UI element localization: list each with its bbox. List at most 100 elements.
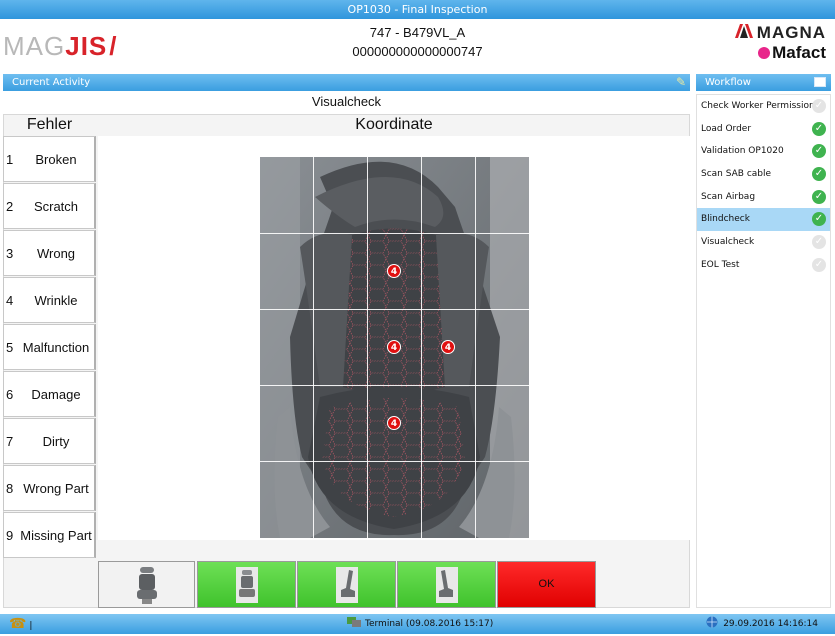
error-button[interactable]: 6 Damage: [3, 371, 96, 417]
defect-marker[interactable]: 4: [441, 340, 455, 354]
error-button[interactable]: 7 Dirty: [3, 418, 96, 464]
list-icon[interactable]: [814, 77, 826, 87]
seat-photo-grid[interactable]: 4 4 4 4: [260, 157, 529, 538]
error-label: Wrong Part: [23, 481, 89, 496]
error-button[interactable]: 2 Scratch: [3, 183, 96, 229]
fehler-heading: Fehler: [26, 116, 73, 133]
mafact-logo-text: Mafact: [772, 43, 826, 62]
workflow-bar: Workflow: [696, 74, 831, 91]
grid-line: [260, 385, 529, 386]
workflow-item[interactable]: Visualcheck ✓: [697, 231, 830, 254]
grid-line: [475, 157, 476, 538]
error-button[interactable]: 9 Missing Part: [3, 512, 96, 558]
grid-line: [313, 157, 314, 538]
error-number: 8: [6, 481, 14, 496]
mafact-dot-icon: [758, 47, 771, 59]
grid-line: [260, 309, 529, 310]
magna-logo-text: MAGNA: [756, 23, 826, 42]
check-pending-icon: ✓: [812, 99, 826, 113]
error-button[interactable]: 4 Wrinkle: [3, 277, 96, 323]
error-button[interactable]: 1Broken Seam: [3, 136, 96, 213]
current-activity-bar: Current Activity ✎: [3, 74, 690, 91]
check-done-icon: ✓: [812, 167, 826, 182]
globe-icon: [706, 616, 718, 628]
datetime-text: 29.09.2016 14:16:14: [723, 619, 818, 629]
check-done-icon: ✓: [812, 212, 826, 227]
error-label: Malfunction: [22, 340, 90, 355]
check-pending-icon: ✓: [812, 257, 826, 272]
workflow-item[interactable]: Validation OP1020 ✓: [697, 140, 830, 163]
workflow-item-label: EOL Test: [701, 259, 740, 270]
defect-marker[interactable]: 4: [387, 340, 401, 354]
workflow-item-label: Blindcheck: [701, 214, 750, 225]
error-label: Missing Part: [20, 528, 92, 543]
check-done-icon: ✓: [812, 121, 826, 136]
seat-front-view-button[interactable]: [98, 561, 195, 608]
terminal-status: Terminal (09.08.2016 15:17): [347, 614, 493, 634]
seat-side-left-icon: [335, 567, 358, 603]
grid-line: [260, 233, 529, 234]
current-activity-label: Current Activity: [12, 77, 91, 88]
error-label: Scratch: [33, 199, 79, 214]
error-label: Damage: [31, 387, 81, 402]
error-number: 1: [6, 152, 14, 167]
pencil-icon[interactable]: ✎: [676, 74, 686, 91]
terminal-icon: [347, 617, 361, 627]
seat-front-view-alt-button[interactable]: [197, 561, 296, 608]
workflow-item-active[interactable]: Blindcheck ✓: [697, 208, 830, 232]
workflow-item-label: Load Order: [701, 123, 752, 134]
defect-marker[interactable]: 4: [387, 264, 401, 278]
terminal-text: Terminal (09.08.2016 15:17): [365, 619, 494, 629]
error-number: 5: [6, 340, 14, 355]
error-number: 9: [6, 528, 14, 543]
error-button[interactable]: 5 Malfunction: [3, 324, 96, 370]
activity-name: Visualcheck: [311, 94, 382, 109]
workflow-item[interactable]: Scan Airbag ✓: [697, 186, 830, 209]
workflow-item[interactable]: Load Order ✓: [697, 118, 830, 141]
workflow-item-label: Scan Airbag: [701, 191, 756, 202]
workflow-item[interactable]: EOL Test ✓: [697, 254, 830, 277]
workflow-item-label: Visualcheck: [701, 237, 755, 248]
workflow-item[interactable]: Check Worker Permission ✓: [697, 95, 830, 118]
header: MAGJIS/ 747 - B479VL_A 00000000000000074…: [0, 19, 835, 71]
status-left-text: |: [29, 621, 33, 631]
workflow-item-label: Scan SAB cable: [701, 169, 772, 180]
seat-side-right-view-button[interactable]: [397, 561, 496, 608]
error-button[interactable]: 8 Wrong Part: [3, 465, 96, 511]
error-label: Wrong: [36, 246, 76, 261]
check-done-icon: ✓: [812, 144, 826, 159]
error-list: 1Broken Seam 2Scratch 3Wrong 4Wrinkle 5M…: [3, 136, 96, 559]
error-number: 2: [6, 199, 14, 214]
order-id: 747 - B479VL_A: [369, 25, 466, 40]
error-number: 4: [6, 293, 14, 308]
status-bar: ☎ | Terminal (09.08.2016 15:17) 29.09.20…: [0, 614, 835, 634]
status-left: ☎ |: [9, 614, 32, 636]
error-button[interactable]: 3 Wrong: [3, 230, 96, 276]
workflow-item-label: Check Worker Permission: [701, 101, 815, 111]
phone-icon[interactable]: ☎: [9, 616, 26, 632]
seat-side-left-view-button[interactable]: [297, 561, 396, 608]
error-number: 6: [6, 387, 14, 402]
view-buttons: OK: [98, 561, 690, 608]
error-number: 7: [6, 434, 14, 449]
workflow-item[interactable]: Scan SAB cable ✓: [697, 163, 830, 186]
error-number: 3: [6, 246, 14, 261]
magna-mark-icon: [734, 23, 753, 43]
workflow-list: Check Worker Permission ✓ Load Order ✓ Val…: [696, 94, 831, 608]
datetime-status: 29.09.2016 14:16:14: [705, 614, 818, 634]
workflow-item-label: Validation OP1020: [701, 146, 784, 157]
seat-front-icon: [235, 567, 258, 603]
seat-front-icon: [136, 567, 157, 604]
ok-button[interactable]: OK: [497, 561, 596, 608]
magna-mafact-logo: MAGNA Mafact: [734, 23, 826, 63]
check-done-icon: ✓: [812, 189, 826, 204]
grid-line: [421, 157, 422, 538]
window-title: OP1030 - Final Inspection: [0, 0, 835, 19]
defect-marker[interactable]: 4: [387, 416, 401, 430]
workflow-label: Workflow: [705, 77, 751, 88]
error-label: Wrinkle: [34, 293, 78, 308]
grid-line: [260, 461, 529, 462]
error-label: Dirty: [42, 434, 70, 449]
koordinate-heading: Koordinate: [355, 116, 433, 133]
check-pending-icon: ✓: [812, 235, 826, 250]
